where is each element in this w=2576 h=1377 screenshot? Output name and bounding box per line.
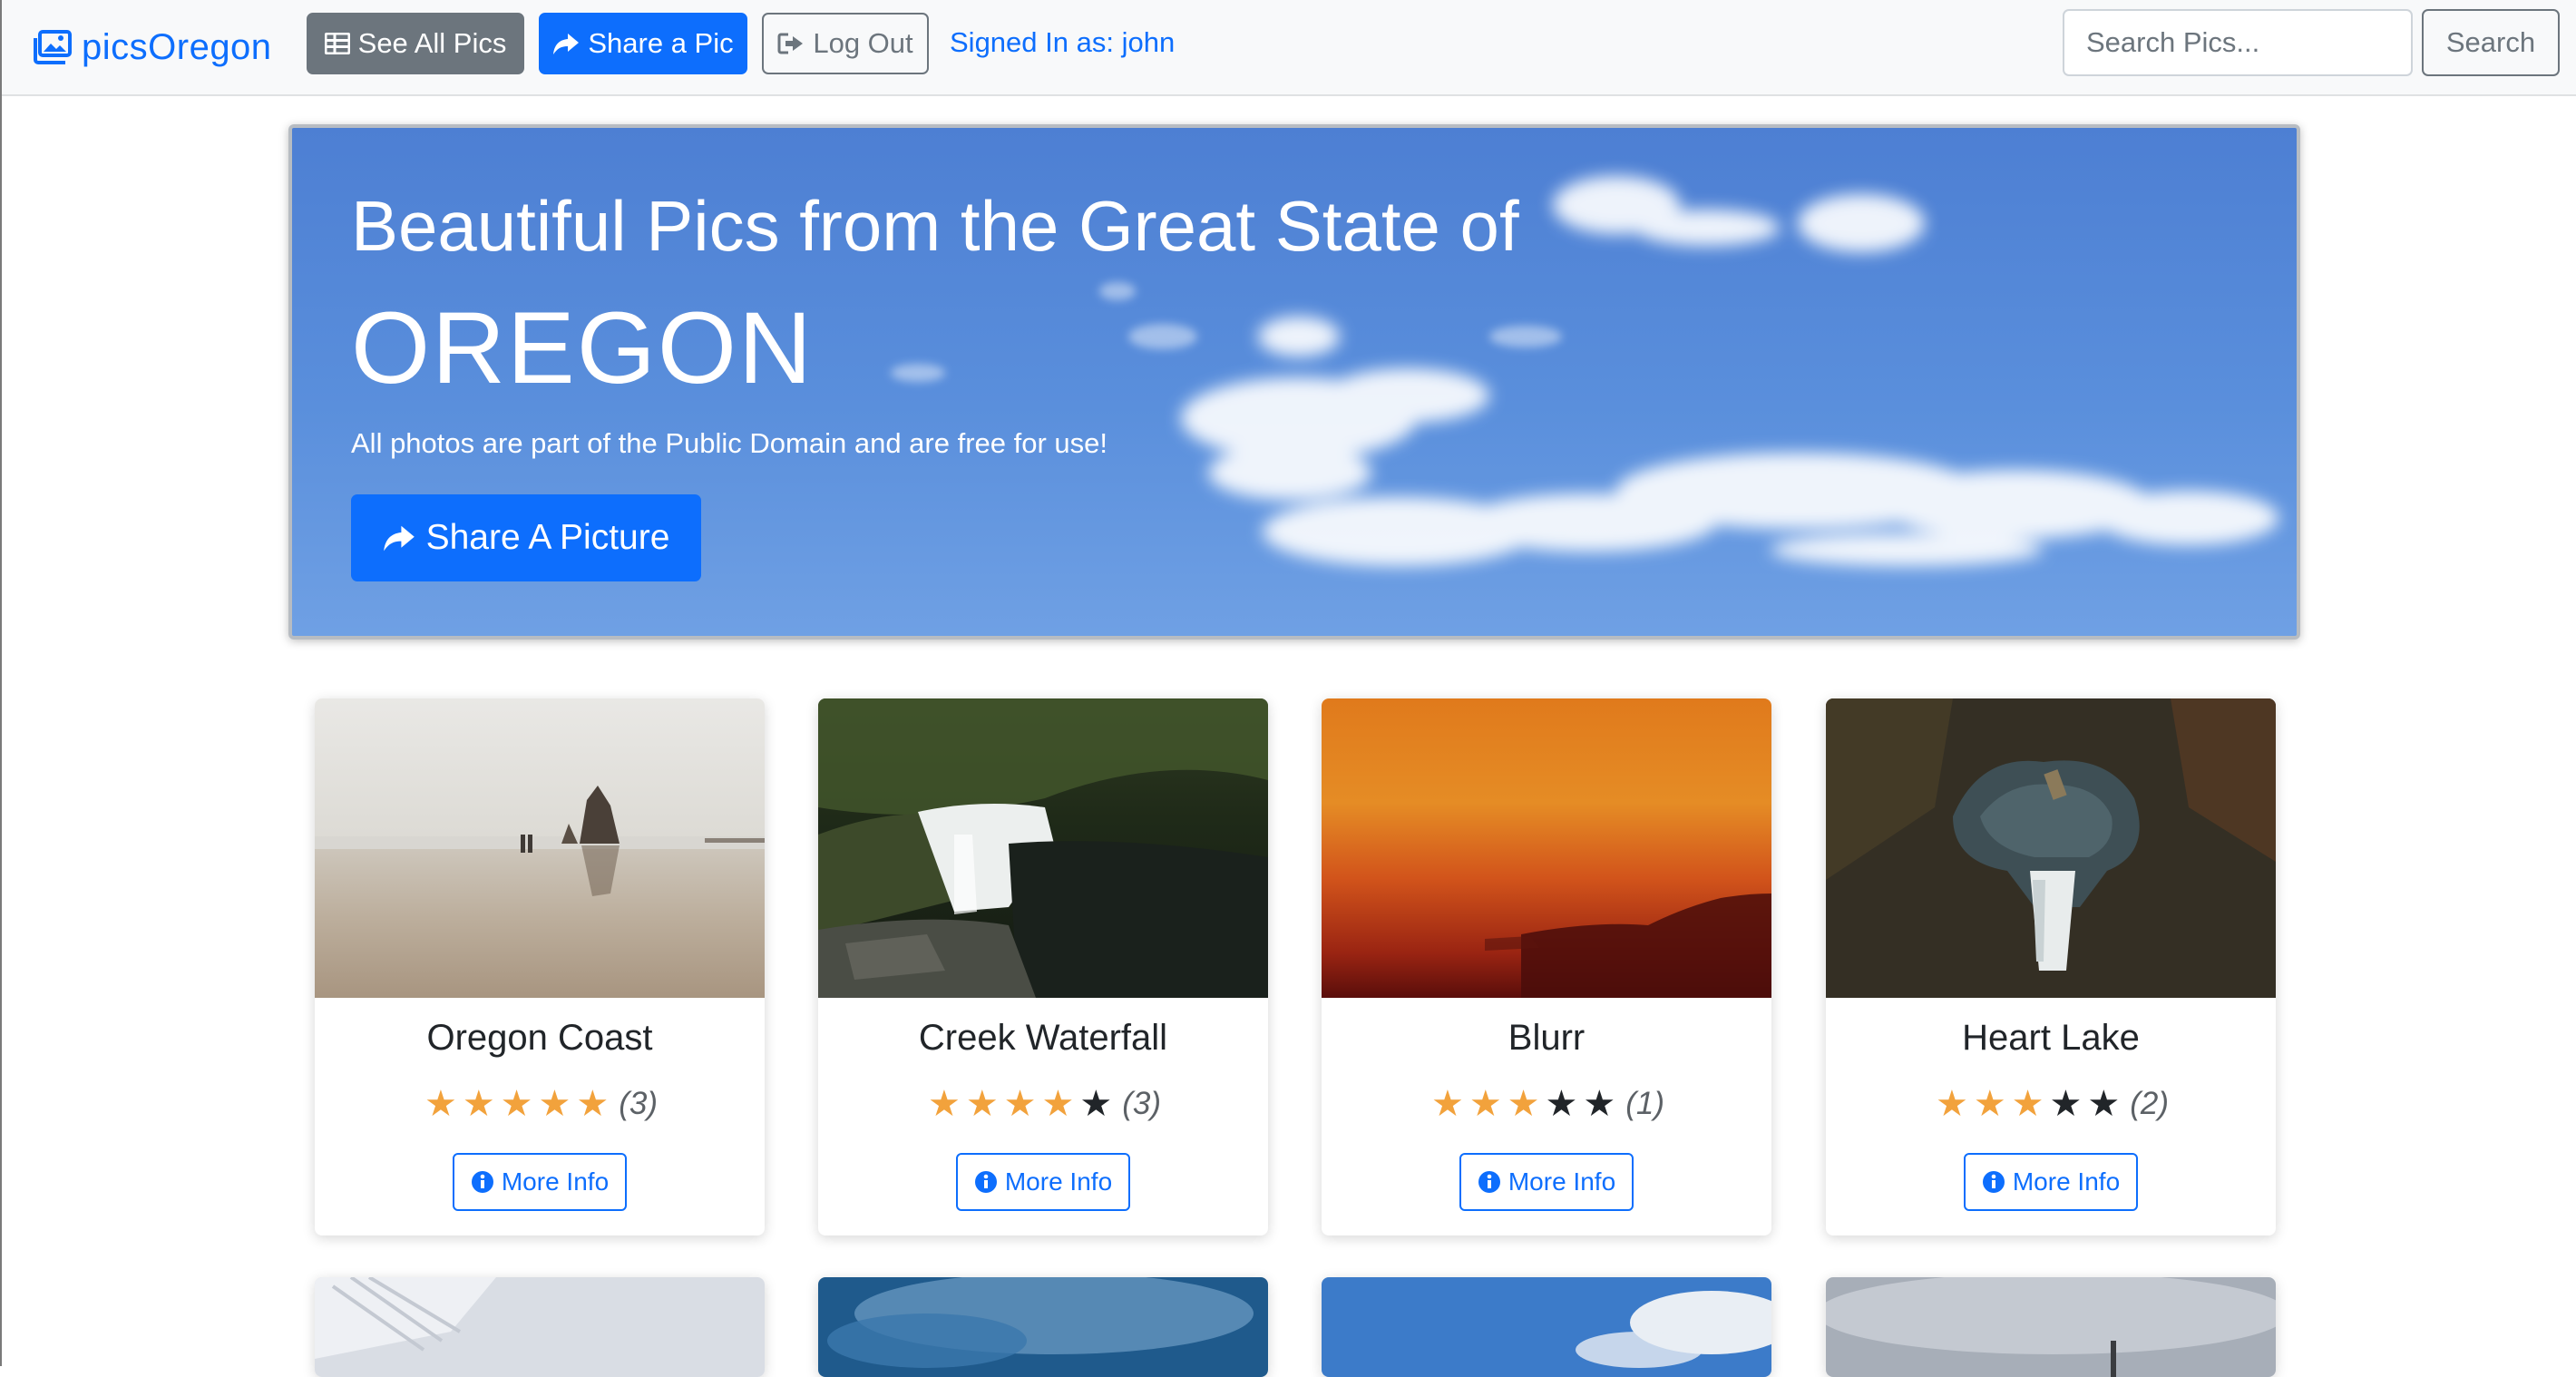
star-icon: ★: [538, 1084, 571, 1124]
star-icon: ★: [576, 1084, 610, 1124]
star-icon: ★: [462, 1084, 495, 1124]
rating-count: (2): [2130, 1086, 2170, 1121]
more-info-label: More Info: [1508, 1167, 1616, 1196]
more-info-button[interactable]: More Info: [956, 1153, 1130, 1211]
more-info-label: More Info: [1004, 1167, 1113, 1196]
hero-subtitle: All photos are part of the Public Domain…: [351, 427, 1108, 459]
pic-card: Creek Waterfall ★ ★ ★ ★ ★ (3) More Info: [818, 698, 1268, 1235]
share-icon: [553, 34, 580, 54]
star-rating: ★ ★ ★ ★ ★ (1): [1322, 1081, 1771, 1127]
more-info-button[interactable]: More Info: [453, 1153, 627, 1211]
star-icon: ★: [1469, 1084, 1502, 1124]
see-all-pics-label: See All Pics: [357, 27, 507, 59]
more-info-button[interactable]: More Info: [1459, 1153, 1634, 1211]
star-rating: ★ ★ ★ ★ ★ (3): [818, 1081, 1268, 1127]
search-button[interactable]: Search: [2422, 9, 2560, 76]
star-icon: ★: [2011, 1084, 2044, 1124]
share-a-pic-button[interactable]: Share a Pic: [539, 13, 747, 74]
card-title: Creek Waterfall: [918, 1018, 1168, 1058]
grid-icon: [324, 33, 350, 54]
see-all-pics-button[interactable]: See All Pics: [307, 13, 524, 74]
share-a-picture-label: Share A Picture: [425, 518, 670, 557]
star-icon: ★: [1545, 1084, 1578, 1124]
star-icon: ★: [1079, 1084, 1113, 1124]
rating-count: (3): [1122, 1086, 1162, 1121]
star-icon: ★: [424, 1084, 457, 1124]
card-title: Heart Lake: [1962, 1018, 2140, 1058]
card-image-partial[interactable]: [315, 1277, 765, 1377]
card-image-beach-sea-stack[interactable]: [315, 698, 765, 998]
share-a-pic-label: Share a Pic: [588, 27, 734, 59]
info-circle-icon: [471, 1171, 493, 1193]
rating-count: (1): [1625, 1086, 1665, 1121]
star-icon: ★: [1973, 1084, 2006, 1124]
pic-card-partial: [818, 1277, 1268, 1377]
images-icon: [34, 30, 72, 64]
brand-link[interactable]: picsOregon: [33, 22, 272, 73]
star-icon: ★: [500, 1084, 533, 1124]
pic-card-partial: [315, 1277, 765, 1377]
pic-card: Oregon Coast ★ ★ ★ ★ ★ (3) More Info: [315, 698, 765, 1235]
brand-text: picsOregon: [82, 26, 272, 67]
star-icon: ★: [2049, 1084, 2083, 1124]
signed-in-user: Signed In as: john: [950, 26, 1176, 58]
card-title: Blurr: [1508, 1018, 1586, 1058]
log-out-label: Log Out: [813, 27, 913, 59]
star-icon: ★: [1003, 1084, 1037, 1124]
more-info-button[interactable]: More Info: [1964, 1153, 2138, 1211]
hero-state-name: OREGON: [351, 291, 814, 405]
star-icon: ★: [1583, 1084, 1616, 1124]
card-image-partial[interactable]: [1826, 1277, 2276, 1377]
star-icon: ★: [927, 1084, 961, 1124]
hero-jumbotron: Beautiful Pics from the Great State of O…: [288, 124, 2300, 640]
card-image-aerial-lake[interactable]: [1826, 698, 2276, 998]
star-icon: ★: [1041, 1084, 1075, 1124]
star-rating: ★ ★ ★ ★ ★ (3): [315, 1081, 765, 1127]
star-rating: ★ ★ ★ ★ ★ (2): [1826, 1081, 2276, 1127]
card-image-partial[interactable]: [818, 1277, 1268, 1377]
card-image-orange-sunset[interactable]: [1322, 698, 1771, 998]
log-out-button[interactable]: Log Out: [762, 13, 929, 74]
card-image-forest-waterfall[interactable]: [818, 698, 1268, 998]
pic-card: Heart Lake ★ ★ ★ ★ ★ (2) More Info: [1826, 698, 2276, 1235]
sign-out-icon: [777, 33, 804, 54]
navbar: picsOregon See All Pics Share a Pic Log …: [2, 0, 2576, 96]
share-icon: [383, 525, 415, 552]
info-circle-icon: [1478, 1171, 1500, 1193]
star-icon: ★: [1935, 1084, 1968, 1124]
more-info-label: More Info: [2012, 1167, 2121, 1196]
search-input[interactable]: [2063, 9, 2413, 76]
hero-title: Beautiful Pics from the Great State of: [351, 186, 1519, 266]
star-icon: ★: [965, 1084, 999, 1124]
info-circle-icon: [1982, 1171, 2005, 1193]
star-icon: ★: [1430, 1084, 1464, 1124]
rating-count: (3): [619, 1086, 659, 1121]
star-icon: ★: [2087, 1084, 2121, 1124]
more-info-label: More Info: [501, 1167, 610, 1196]
pic-card-partial: [1322, 1277, 1771, 1377]
info-circle-icon: [974, 1171, 997, 1193]
pic-card-partial: [1826, 1277, 2276, 1377]
card-title: Oregon Coast: [426, 1018, 653, 1058]
card-image-partial[interactable]: [1322, 1277, 1771, 1377]
share-a-picture-button[interactable]: Share A Picture: [351, 494, 701, 581]
star-icon: ★: [1507, 1084, 1540, 1124]
pic-card: Blurr ★ ★ ★ ★ ★ (1) More Info: [1322, 698, 1771, 1235]
